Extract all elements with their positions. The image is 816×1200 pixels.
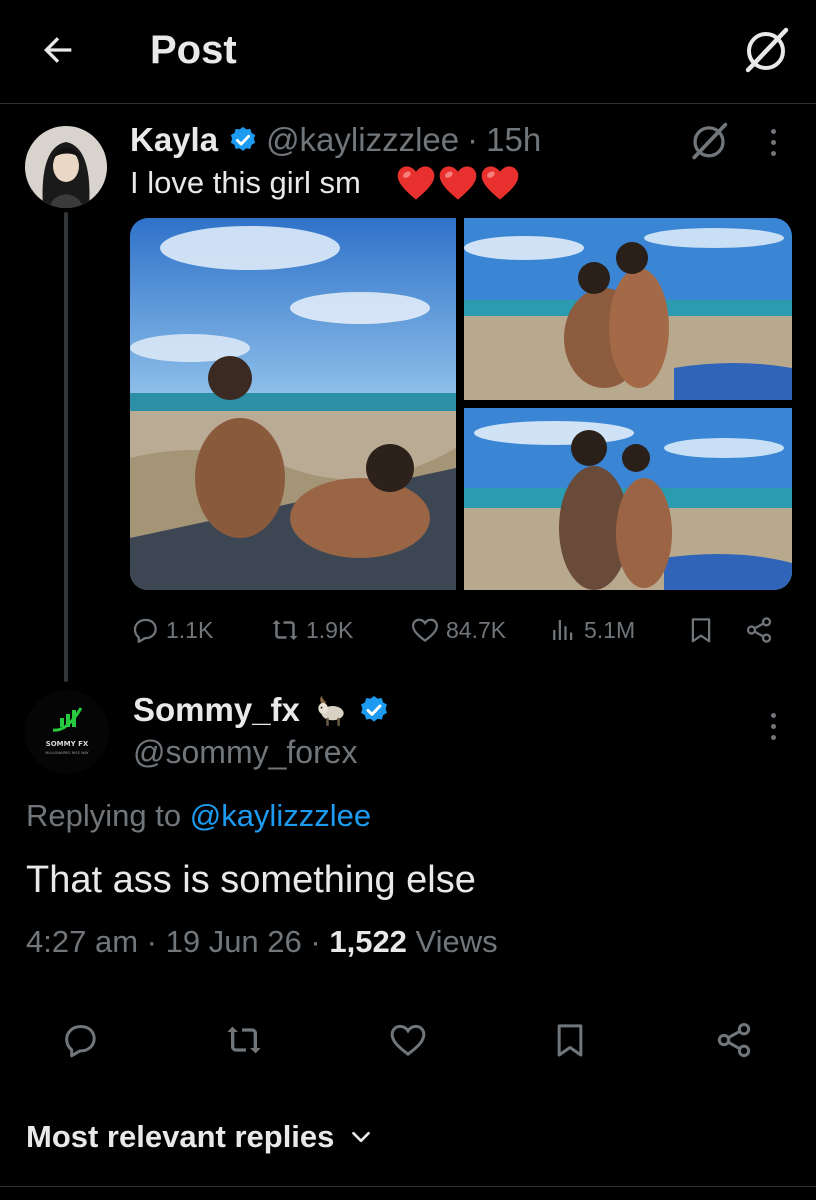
media-grid bbox=[130, 218, 792, 590]
red-heart-emoji-icon bbox=[397, 166, 435, 200]
avatar-logo-text: SOMMY FX bbox=[46, 740, 89, 748]
bookmark-button[interactable] bbox=[548, 1018, 592, 1062]
heart-icon bbox=[390, 1024, 426, 1057]
share-icon bbox=[746, 617, 772, 643]
goat-emoji-icon bbox=[318, 695, 344, 726]
red-heart-emoji-icon bbox=[439, 166, 477, 200]
reply-name-row: Sommy_fx bbox=[133, 688, 390, 732]
bookmark-action[interactable] bbox=[686, 608, 716, 652]
like-button[interactable] bbox=[386, 1018, 430, 1062]
divider bbox=[0, 1186, 816, 1187]
reply-button[interactable] bbox=[58, 1018, 102, 1062]
verified-badge-icon bbox=[230, 126, 256, 151]
separator-dot: · bbox=[310, 924, 321, 959]
top-bar: Post bbox=[0, 0, 816, 104]
more-vertical-icon[interactable] bbox=[758, 120, 788, 164]
parent-header: Kayla @kaylizzzlee · 15h bbox=[130, 118, 541, 162]
beach-photo-3[interactable] bbox=[464, 408, 792, 590]
chevron-down-icon bbox=[352, 1131, 371, 1143]
parent-handle[interactable]: @kaylizzzlee bbox=[266, 121, 459, 159]
separator-dot: · bbox=[146, 924, 157, 959]
reply-action[interactable]: 1.1K bbox=[130, 608, 213, 652]
share-icon bbox=[717, 1023, 751, 1057]
post-views-label[interactable]: Views bbox=[416, 924, 498, 959]
back-button[interactable] bbox=[36, 28, 80, 72]
verified-badge-icon bbox=[360, 696, 387, 722]
parent-post-text: I love this girl sm bbox=[130, 165, 361, 200]
replying-to-line: Replying to @kaylizzzlee bbox=[26, 796, 371, 836]
post-time: 4:27 am bbox=[26, 924, 139, 959]
grok-icon bbox=[745, 27, 789, 73]
reply-icon bbox=[65, 1025, 96, 1058]
post-views-count[interactable]: 1,522 bbox=[329, 924, 407, 959]
views-action[interactable]: 5.1M bbox=[548, 608, 635, 652]
sort-label: Most relevant replies bbox=[26, 1119, 335, 1154]
grok-button[interactable] bbox=[738, 22, 794, 78]
parent-action-bar: 1.1K 1.9K 84.7K 5.1M bbox=[130, 608, 792, 652]
like-count: 84.7K bbox=[446, 616, 507, 643]
repost-icon bbox=[227, 1026, 261, 1054]
page-title: Post bbox=[150, 28, 237, 72]
reply-avatar[interactable]: SOMMY FX MILLIONAIRES RISE WAY bbox=[25, 690, 109, 774]
reply-count: 1.1K bbox=[166, 616, 214, 643]
parent-grok-button[interactable] bbox=[686, 118, 732, 164]
parent-avatar[interactable] bbox=[25, 126, 107, 208]
avatar-logo-subtext: MILLIONAIRES RISE WAY bbox=[45, 751, 89, 755]
bookmark-icon bbox=[691, 618, 711, 643]
like-action[interactable]: 84.7K bbox=[410, 608, 506, 652]
reply-action-bar bbox=[0, 1008, 816, 1072]
reply-handle[interactable]: @sommy_forex bbox=[133, 732, 358, 772]
more-vertical-icon[interactable] bbox=[758, 704, 788, 748]
replying-to-prefix: Replying to bbox=[26, 798, 182, 833]
share-button[interactable] bbox=[712, 1018, 756, 1062]
thread-line bbox=[64, 212, 68, 682]
reply-post-text: That ass is something else bbox=[26, 859, 476, 901]
parent-timestamp[interactable]: 15h bbox=[486, 121, 541, 159]
views-count: 5.1M bbox=[584, 616, 636, 643]
repost-action[interactable]: 1.9K bbox=[270, 608, 353, 652]
reply-display-name[interactable]: Sommy_fx bbox=[133, 691, 300, 729]
reply-icon bbox=[133, 618, 157, 643]
replying-to-mention[interactable]: @kaylizzzlee bbox=[190, 798, 371, 833]
beach-photo-1[interactable] bbox=[130, 218, 456, 590]
bookmark-icon bbox=[557, 1024, 583, 1057]
grok-icon bbox=[692, 122, 728, 160]
views-icon bbox=[553, 620, 573, 640]
post-date: 19 Jun 26 bbox=[165, 924, 302, 959]
red-heart-emoji-icon bbox=[481, 166, 519, 200]
repost-button[interactable] bbox=[222, 1018, 266, 1062]
sort-replies-button[interactable]: Most relevant replies bbox=[26, 1116, 374, 1158]
share-action[interactable] bbox=[744, 608, 774, 652]
arrow-left-icon bbox=[44, 37, 72, 63]
repost-count: 1.9K bbox=[306, 616, 354, 643]
repost-icon bbox=[272, 620, 298, 640]
parent-display-name[interactable]: Kayla bbox=[130, 121, 218, 159]
post-meta: 4:27 am · 19 Jun 26 · 1,522 Views bbox=[26, 922, 498, 962]
beach-photo-2[interactable] bbox=[464, 218, 792, 400]
separator-dot: · bbox=[467, 121, 479, 158]
heart-emojis bbox=[396, 164, 520, 202]
heart-icon bbox=[411, 618, 439, 643]
